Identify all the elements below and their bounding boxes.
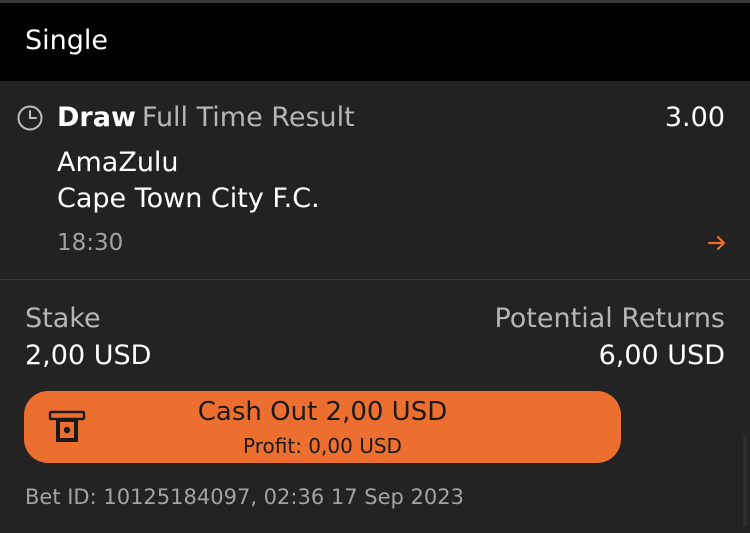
selection-line: Draw Full Time Result — [57, 102, 355, 133]
arrow-right-icon[interactable] — [707, 235, 727, 251]
bet-id-info: Bet ID: 10125184097, 02:36 17 Sep 2023 — [25, 485, 464, 509]
cash-out-profit: Profit: 0,00 USD — [243, 434, 402, 458]
bet-type-header: Single — [0, 3, 750, 81]
home-team: AmaZulu — [57, 147, 179, 178]
away-team: Cape Town City F.C. — [57, 183, 320, 214]
stake-label: Stake — [25, 303, 101, 334]
scrollbar[interactable] — [743, 436, 747, 526]
event-time: 18:30 — [57, 230, 124, 256]
clock-icon — [17, 105, 43, 131]
bet-type-title: Single — [25, 25, 109, 56]
potential-returns-label: Potential Returns — [494, 303, 725, 334]
cash-out-label: Cash Out 2,00 USD — [197, 397, 448, 427]
selection-name: Draw — [57, 102, 136, 133]
potential-returns-value: 6,00 USD — [598, 340, 725, 371]
stake-value: 2,00 USD — [25, 340, 152, 371]
selection-odds: 3.00 — [664, 102, 725, 133]
market-name: Full Time Result — [141, 102, 355, 133]
cash-out-button[interactable]: Cash Out 2,00 USD Profit: 0,00 USD — [24, 391, 621, 463]
